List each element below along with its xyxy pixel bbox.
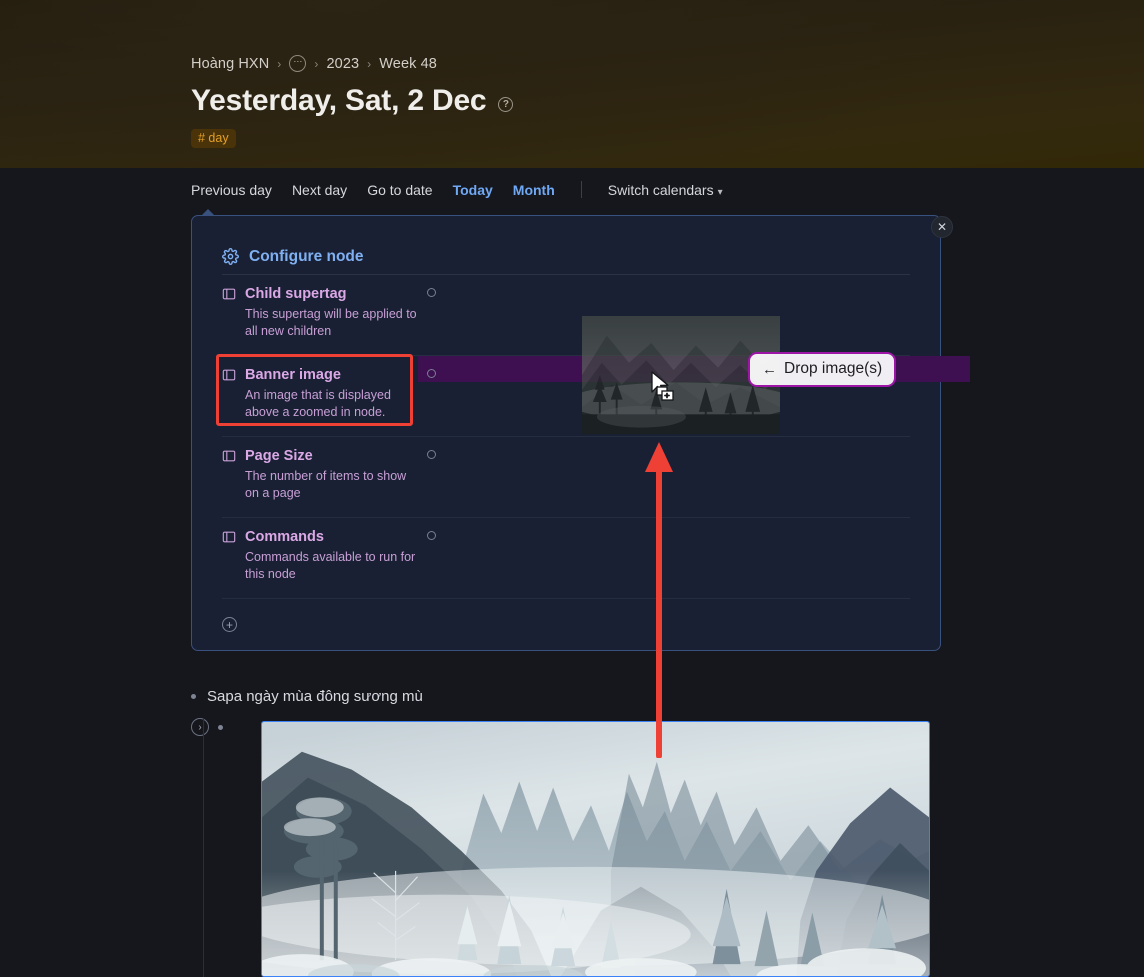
panel-header: Configure node — [192, 216, 940, 274]
chevron-right-icon[interactable]: › — [191, 718, 209, 736]
panel-footer: + — [192, 599, 940, 632]
property-row-commands[interactable]: Commands Commands available to run for t… — [192, 518, 940, 598]
banner-image-block[interactable] — [261, 721, 930, 977]
app-root: Hoàng HXN › ⋯ › 2023 › Week 48 Yesterday… — [0, 0, 1144, 977]
panel-pointer-caret — [201, 209, 215, 216]
property-description: This supertag will be applied to all new… — [245, 307, 417, 338]
property-name-line: Banner image — [222, 367, 418, 383]
breadcrumb-separator: › — [367, 56, 372, 71]
field-icon — [222, 288, 236, 300]
gear-icon — [222, 248, 239, 265]
property-name-line: Child supertag — [222, 286, 418, 302]
property-info: Child supertag This supertag will be app… — [192, 275, 418, 355]
add-field-button[interactable]: + — [222, 617, 237, 632]
breadcrumb: Hoàng HXN › ⋯ › 2023 › Week 48 — [191, 55, 951, 72]
misty-mountain-image — [262, 722, 929, 976]
property-description: The number of items to show on a page — [245, 469, 407, 500]
breadcrumb-item-week[interactable]: Week 48 — [379, 56, 437, 72]
drop-images-tooltip: ← Drop image(s) — [748, 352, 897, 387]
property-name: Page Size — [245, 448, 313, 464]
empty-value-circle-icon[interactable] — [427, 288, 436, 297]
empty-value-circle-icon[interactable] — [427, 369, 436, 378]
annotation-arrow — [645, 442, 673, 758]
drag-cursor-icon — [651, 371, 674, 401]
property-info: Page Size The number of items to show on… — [192, 437, 418, 517]
today-button[interactable]: Today — [453, 182, 493, 198]
outline-node-row[interactable]: Sapa ngày mùa đông sương mù — [191, 688, 951, 705]
go-to-date-button[interactable]: Go to date — [367, 182, 432, 198]
property-description: An image that is displayed above a zoome… — [245, 388, 391, 419]
chevron-down-icon: ▾ — [717, 186, 723, 198]
bullet-icon — [218, 724, 223, 730]
property-description: Commands available to run for this node — [245, 550, 416, 581]
property-row-child-supertag[interactable]: Child supertag This supertag will be app… — [192, 275, 940, 355]
configure-node-panel: ✕ Configure node Child supertag This sup… — [191, 209, 970, 651]
close-icon[interactable]: ✕ — [931, 216, 953, 238]
outline-node-title[interactable]: Sapa ngày mùa đông sương mù — [207, 688, 423, 705]
panel-title: Configure node — [249, 247, 364, 265]
property-name: Banner image — [245, 367, 341, 383]
field-icon — [222, 450, 236, 462]
property-name: Commands — [245, 529, 324, 545]
arrow-left-icon: ← — [762, 360, 777, 378]
property-name-line: Page Size — [222, 448, 418, 464]
breadcrumb-separator: › — [277, 56, 282, 71]
header-content: Hoàng HXN › ⋯ › 2023 › Week 48 Yesterday… — [191, 0, 951, 148]
supertag-chip-day[interactable]: # day — [191, 129, 236, 148]
help-icon[interactable]: ? — [498, 96, 514, 112]
breadcrumb-item-year[interactable]: 2023 — [327, 56, 360, 72]
calendar-toolbar: Previous day Next day Go to date Today M… — [191, 181, 723, 198]
previous-day-button[interactable]: Previous day — [191, 182, 272, 198]
property-info: Commands Commands available to run for t… — [192, 518, 418, 598]
property-name-line: Commands — [222, 529, 418, 545]
bullet-icon — [191, 694, 196, 699]
switch-calendars-button[interactable]: Switch calendars ▾ — [608, 182, 723, 198]
property-row-page-size[interactable]: Page Size The number of items to show on… — [192, 437, 940, 517]
property-name: Child supertag — [245, 286, 347, 302]
drop-images-label: Drop image(s) — [784, 360, 883, 377]
breadcrumb-ellipsis-icon[interactable]: ⋯ — [289, 55, 307, 72]
toolbar-divider — [580, 181, 582, 198]
tag-row: # day — [191, 129, 951, 148]
property-value-cell[interactable] — [418, 275, 940, 355]
field-icon — [222, 369, 236, 381]
switch-calendars-label: Switch calendars — [607, 181, 714, 198]
page-title-row: Yesterday, Sat, 2 Dec ? — [191, 84, 951, 118]
outline-indent-guide — [203, 718, 204, 977]
page-header-band: Hoàng HXN › ⋯ › 2023 › Week 48 Yesterday… — [0, 0, 1144, 168]
empty-value-circle-icon[interactable] — [427, 450, 436, 459]
field-icon — [222, 531, 236, 543]
breadcrumb-separator: › — [314, 56, 319, 71]
next-day-button[interactable]: Next day — [292, 182, 347, 198]
empty-value-circle-icon[interactable] — [427, 531, 436, 540]
page-title[interactable]: Yesterday, Sat, 2 Dec — [191, 84, 487, 118]
property-info: Banner image An image that is displayed … — [192, 356, 418, 436]
month-button[interactable]: Month — [513, 182, 555, 198]
breadcrumb-item-workspace[interactable]: Hoàng HXN — [191, 56, 269, 72]
